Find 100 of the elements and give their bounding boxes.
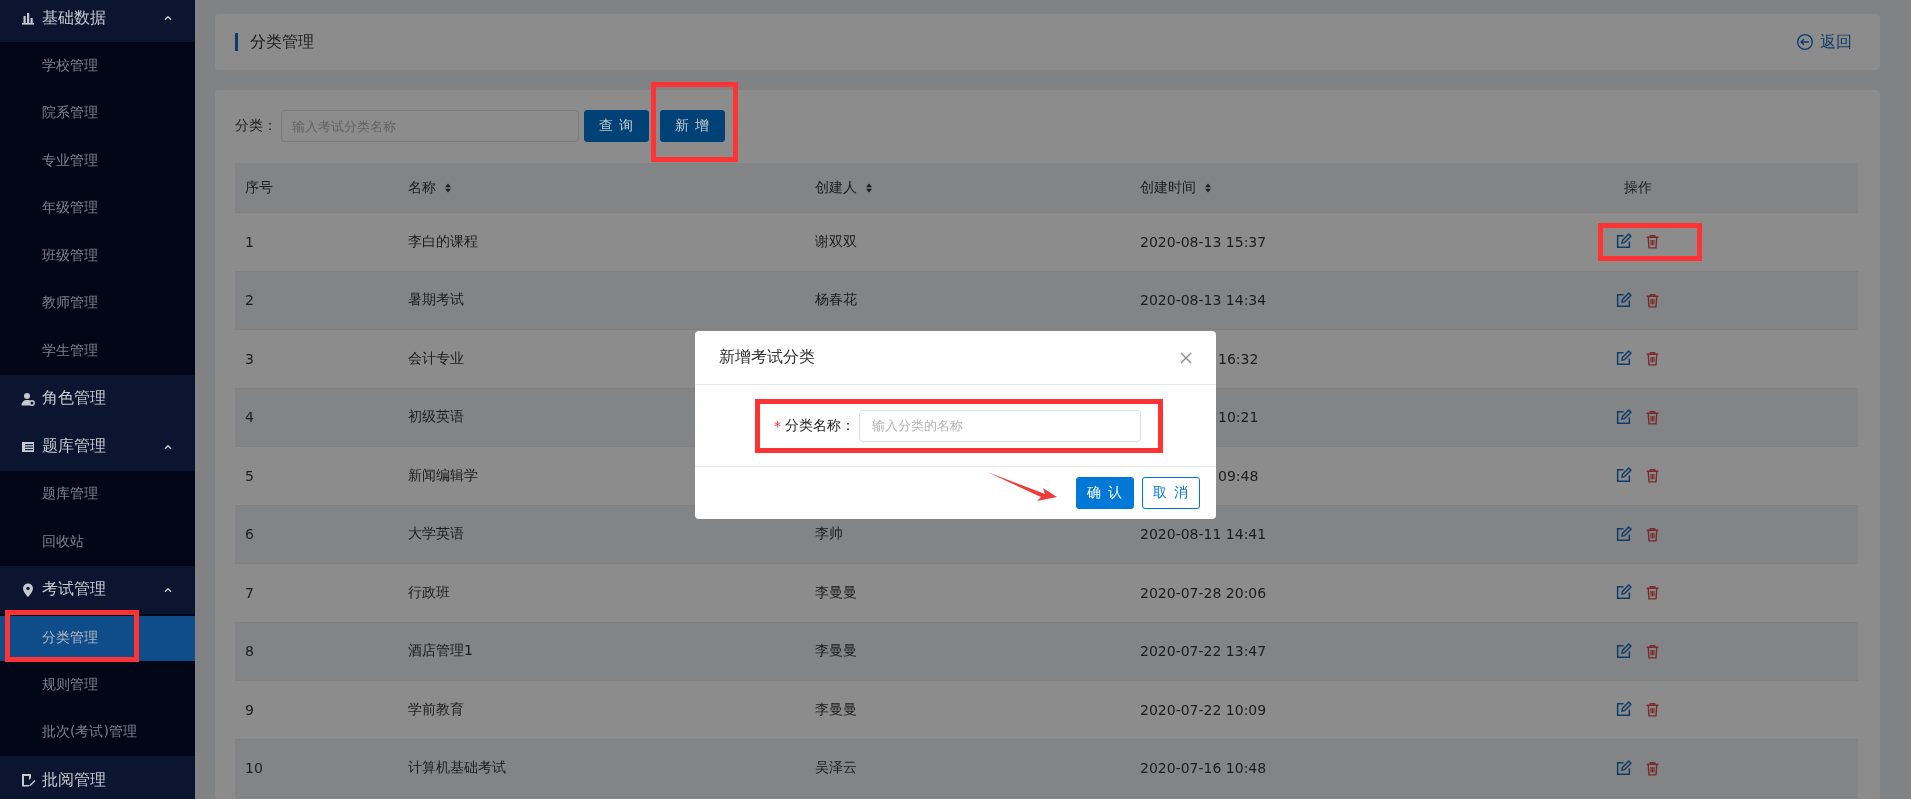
edit-button[interactable] (1615, 408, 1632, 426)
table-cell: 5 (245, 467, 254, 484)
sidebar-item[interactable]: 年级管理 (0, 184, 195, 232)
cancel-button[interactable]: 取 消 (1142, 477, 1200, 509)
table-cell: 2020-07-16 10:48 (1140, 760, 1267, 777)
delete-button[interactable] (1644, 408, 1661, 426)
table-cell: 谢双双 (815, 232, 857, 251)
delete-button[interactable] (1644, 291, 1661, 309)
sidebar-group[interactable]: 基础数据 (0, 0, 195, 42)
table-cell: 新闻编辑学 (408, 466, 478, 485)
table-cell: 会计专业 (408, 349, 464, 368)
delete-button[interactable] (1644, 759, 1661, 777)
sidebar-group[interactable]: 题库管理 (0, 422, 195, 471)
table-cell: 2020-08-13 15:37 (1140, 233, 1267, 250)
table-cell: 初级英语 (408, 408, 464, 427)
table-cell: 16:32 (1218, 350, 1259, 367)
edit-icon (1615, 701, 1632, 719)
trash-icon (1644, 291, 1661, 309)
column-header[interactable]: 创建人 (815, 178, 857, 197)
sidebar-item[interactable]: 回收站 (0, 518, 195, 566)
sidebar-item[interactable]: 班级管理 (0, 232, 195, 280)
table-cell: 李白的课程 (408, 232, 478, 251)
table-cell: 4 (245, 409, 254, 426)
column-header[interactable]: 名称 (408, 178, 436, 197)
table-cell: 2 (245, 292, 254, 309)
trash-icon (1644, 233, 1661, 251)
trash-icon (1644, 408, 1661, 426)
edit-button[interactable] (1615, 642, 1632, 660)
table-cell: 10 (245, 760, 263, 777)
table-cell: 酒店管理1 (408, 642, 473, 661)
filter-label: 分类： (235, 117, 277, 135)
trash-icon (1644, 525, 1661, 543)
dialog-title: 新增考试分类 (719, 347, 815, 368)
name-field[interactable]: 输入分类的名称 (859, 409, 1141, 442)
confirm-button[interactable]: 确 认 (1076, 477, 1134, 509)
edit-button[interactable] (1615, 701, 1632, 719)
table-cell: 2020-08-13 14:34 (1140, 292, 1267, 309)
sidebar-item[interactable]: 规则管理 (0, 661, 195, 709)
table-cell: 学前教育 (408, 700, 464, 719)
edit-button[interactable] (1615, 525, 1632, 543)
edit-button[interactable] (1615, 350, 1632, 368)
delete-button[interactable] (1644, 350, 1661, 368)
edit-icon (1615, 584, 1632, 602)
delete-button[interactable] (1644, 642, 1661, 660)
sidebar-group[interactable]: 批阅管理 (0, 756, 195, 799)
edit-button[interactable] (1615, 467, 1632, 485)
page-title: 分类管理 (235, 33, 314, 51)
edit-icon (1615, 233, 1632, 251)
table-cell: 大学英语 (408, 525, 464, 544)
sidebar-group[interactable]: 考试管理 (0, 565, 195, 614)
required-mark: * (774, 417, 781, 434)
trash-icon (1644, 467, 1661, 485)
column-header[interactable]: 操作 (1624, 178, 1652, 197)
location-pin-icon (20, 581, 36, 598)
table-cell: 10:21 (1218, 409, 1259, 426)
delete-button[interactable] (1644, 233, 1661, 251)
edit-button[interactable] (1615, 584, 1632, 602)
edit-button[interactable] (1615, 233, 1632, 251)
sidebar-item[interactable]: 题库管理 (0, 470, 195, 518)
table-cell: 7 (245, 584, 254, 601)
sidebar-item[interactable]: 教师管理 (0, 279, 195, 327)
trash-icon (1644, 701, 1661, 719)
table-cell: 暑期考试 (408, 291, 464, 310)
table-cell: 8 (245, 643, 254, 660)
delete-button[interactable] (1644, 701, 1661, 719)
add-button[interactable]: 新 增 (660, 110, 725, 142)
sidebar-item[interactable]: 学校管理 (0, 42, 195, 90)
table-cell: 6 (245, 526, 254, 543)
column-header[interactable]: 创建时间 (1140, 178, 1196, 197)
back-link[interactable]: 返回 (1796, 31, 1852, 53)
bar-chart-icon (20, 10, 36, 26)
search-button[interactable]: 查 询 (584, 110, 649, 142)
delete-button[interactable] (1644, 584, 1661, 602)
trash-icon (1644, 350, 1661, 368)
table-cell: 计算机基础考试 (408, 759, 506, 778)
sidebar-item[interactable]: 专业管理 (0, 137, 195, 185)
table-cell: 2020-07-22 13:47 (1140, 643, 1267, 660)
delete-button[interactable] (1644, 525, 1661, 543)
edit-icon (1615, 408, 1632, 426)
table-cell: 李帅 (815, 525, 843, 544)
table-cell: 2020-07-28 20:06 (1140, 584, 1267, 601)
delete-button[interactable] (1644, 467, 1661, 485)
table-cell: 行政班 (408, 583, 450, 602)
column-header[interactable]: 序号 (245, 178, 273, 197)
table-cell: 李曼曼 (815, 700, 857, 719)
edit-button[interactable] (1615, 759, 1632, 777)
table-cell: 09:48 (1218, 467, 1259, 484)
sidebar-item[interactable]: 批次(考试)管理 (0, 708, 195, 756)
trash-icon (1644, 584, 1661, 602)
edit-icon (1615, 642, 1632, 660)
sidebar-group[interactable]: 角色管理 (0, 374, 195, 423)
edit-icon (1615, 759, 1632, 777)
sidebar-item[interactable]: 学生管理 (0, 327, 195, 375)
edit-button[interactable] (1615, 291, 1632, 309)
edit-note-icon (20, 772, 36, 788)
trash-icon (1644, 642, 1661, 660)
edit-icon (1615, 525, 1632, 543)
sidebar-item[interactable]: 院系管理 (0, 89, 195, 137)
table-cell: 李曼曼 (815, 583, 857, 602)
table-cell: 9 (245, 701, 254, 718)
